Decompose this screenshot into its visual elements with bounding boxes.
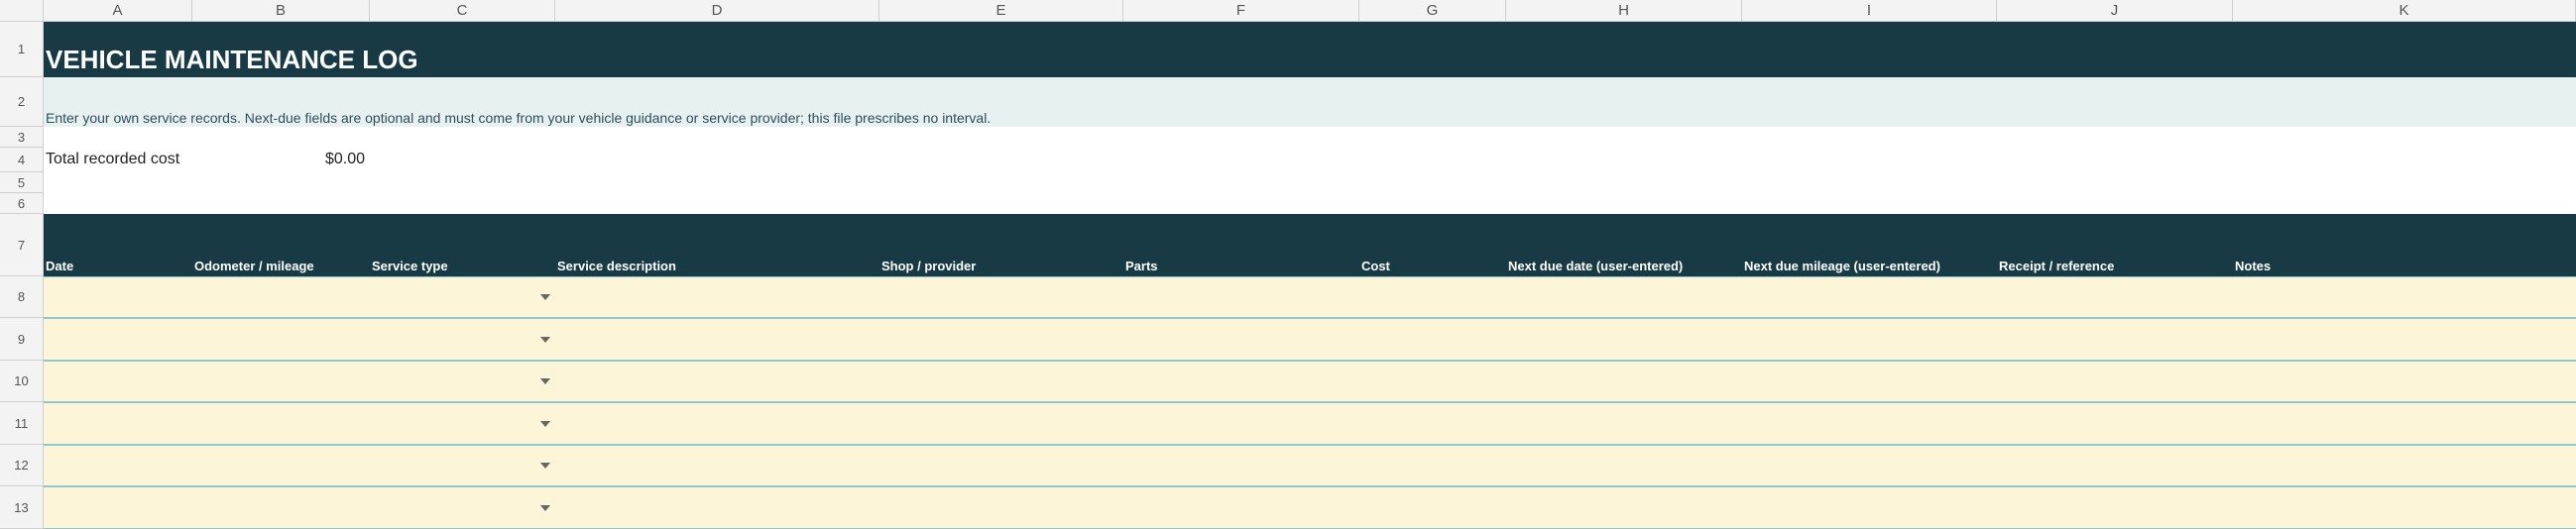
column-header-c[interactable]: C — [370, 0, 555, 22]
service-type-dropdown-icon[interactable] — [540, 294, 550, 300]
header-date: Date — [46, 259, 74, 273]
service-type-dropdown-icon[interactable] — [540, 420, 550, 427]
header-odometer: Odometer / mileage — [194, 259, 314, 273]
row-header-11[interactable]: 11 — [0, 402, 44, 445]
table-row[interactable] — [44, 445, 2576, 486]
total-cost-value[interactable]: $0.00 — [325, 151, 365, 168]
table-row[interactable] — [44, 486, 2576, 529]
service-type-dropdown-icon[interactable] — [540, 504, 550, 511]
service-type-dropdown-icon[interactable] — [540, 336, 550, 343]
header-service-type: Service type — [372, 259, 448, 273]
column-header-b[interactable]: B — [192, 0, 370, 22]
column-header-e[interactable]: E — [879, 0, 1123, 22]
row-header-3[interactable]: 3 — [0, 127, 44, 148]
table-row[interactable] — [44, 276, 2576, 318]
table-row[interactable] — [44, 318, 2576, 361]
header-next-due-mileage: Next due mileage (user-entered) — [1744, 259, 1940, 273]
row-header-1[interactable]: 1 — [0, 22, 44, 77]
row-header-13[interactable]: 13 — [0, 486, 44, 529]
header-next-due-date: Next due date (user-entered) — [1508, 259, 1684, 273]
total-cost-label: Total recorded cost — [46, 151, 180, 167]
table-header-row: Date Odometer / mileage Service type Ser… — [44, 214, 2576, 276]
column-header-i[interactable]: I — [1742, 0, 1997, 22]
row-header-5[interactable]: 5 — [0, 172, 44, 193]
column-header-h[interactable]: H — [1506, 0, 1742, 22]
column-header-j[interactable]: J — [1997, 0, 2233, 22]
header-parts: Parts — [1125, 259, 1158, 273]
row-header-7[interactable]: 7 — [0, 214, 44, 276]
row-header-10[interactable]: 10 — [0, 361, 44, 402]
row-header-8[interactable]: 8 — [0, 276, 44, 318]
service-type-dropdown-icon[interactable] — [540, 378, 550, 384]
row-header-6[interactable]: 6 — [0, 193, 44, 214]
instructions-note: Enter your own service records. Next-due… — [46, 110, 992, 126]
header-service-description: Service description — [557, 259, 676, 273]
column-header-f[interactable]: F — [1123, 0, 1359, 22]
header-cost: Cost — [1361, 259, 1390, 273]
header-receipt-reference: Receipt / reference — [1999, 259, 2115, 273]
header-notes: Notes — [2235, 259, 2272, 273]
row-header-12[interactable]: 12 — [0, 445, 44, 486]
row-header-4[interactable]: 4 — [0, 148, 44, 172]
row-header-2[interactable]: 2 — [0, 77, 44, 127]
column-header-g[interactable]: G — [1359, 0, 1506, 22]
title-row: VEHICLE MAINTENANCE LOG — [44, 22, 2576, 77]
sheet-title: VEHICLE MAINTENANCE LOG — [46, 45, 418, 74]
column-header-a[interactable]: A — [44, 0, 192, 22]
row-header-9[interactable]: 9 — [0, 318, 44, 361]
table-row[interactable] — [44, 361, 2576, 402]
column-header-d[interactable]: D — [555, 0, 879, 22]
select-all-corner[interactable] — [0, 0, 44, 22]
service-type-dropdown-icon[interactable] — [540, 463, 550, 469]
table-row[interactable] — [44, 402, 2576, 445]
instructions-row: Enter your own service records. Next-due… — [44, 77, 2576, 127]
column-header-k[interactable]: K — [2233, 0, 2576, 22]
header-shop-provider: Shop / provider — [881, 259, 977, 273]
